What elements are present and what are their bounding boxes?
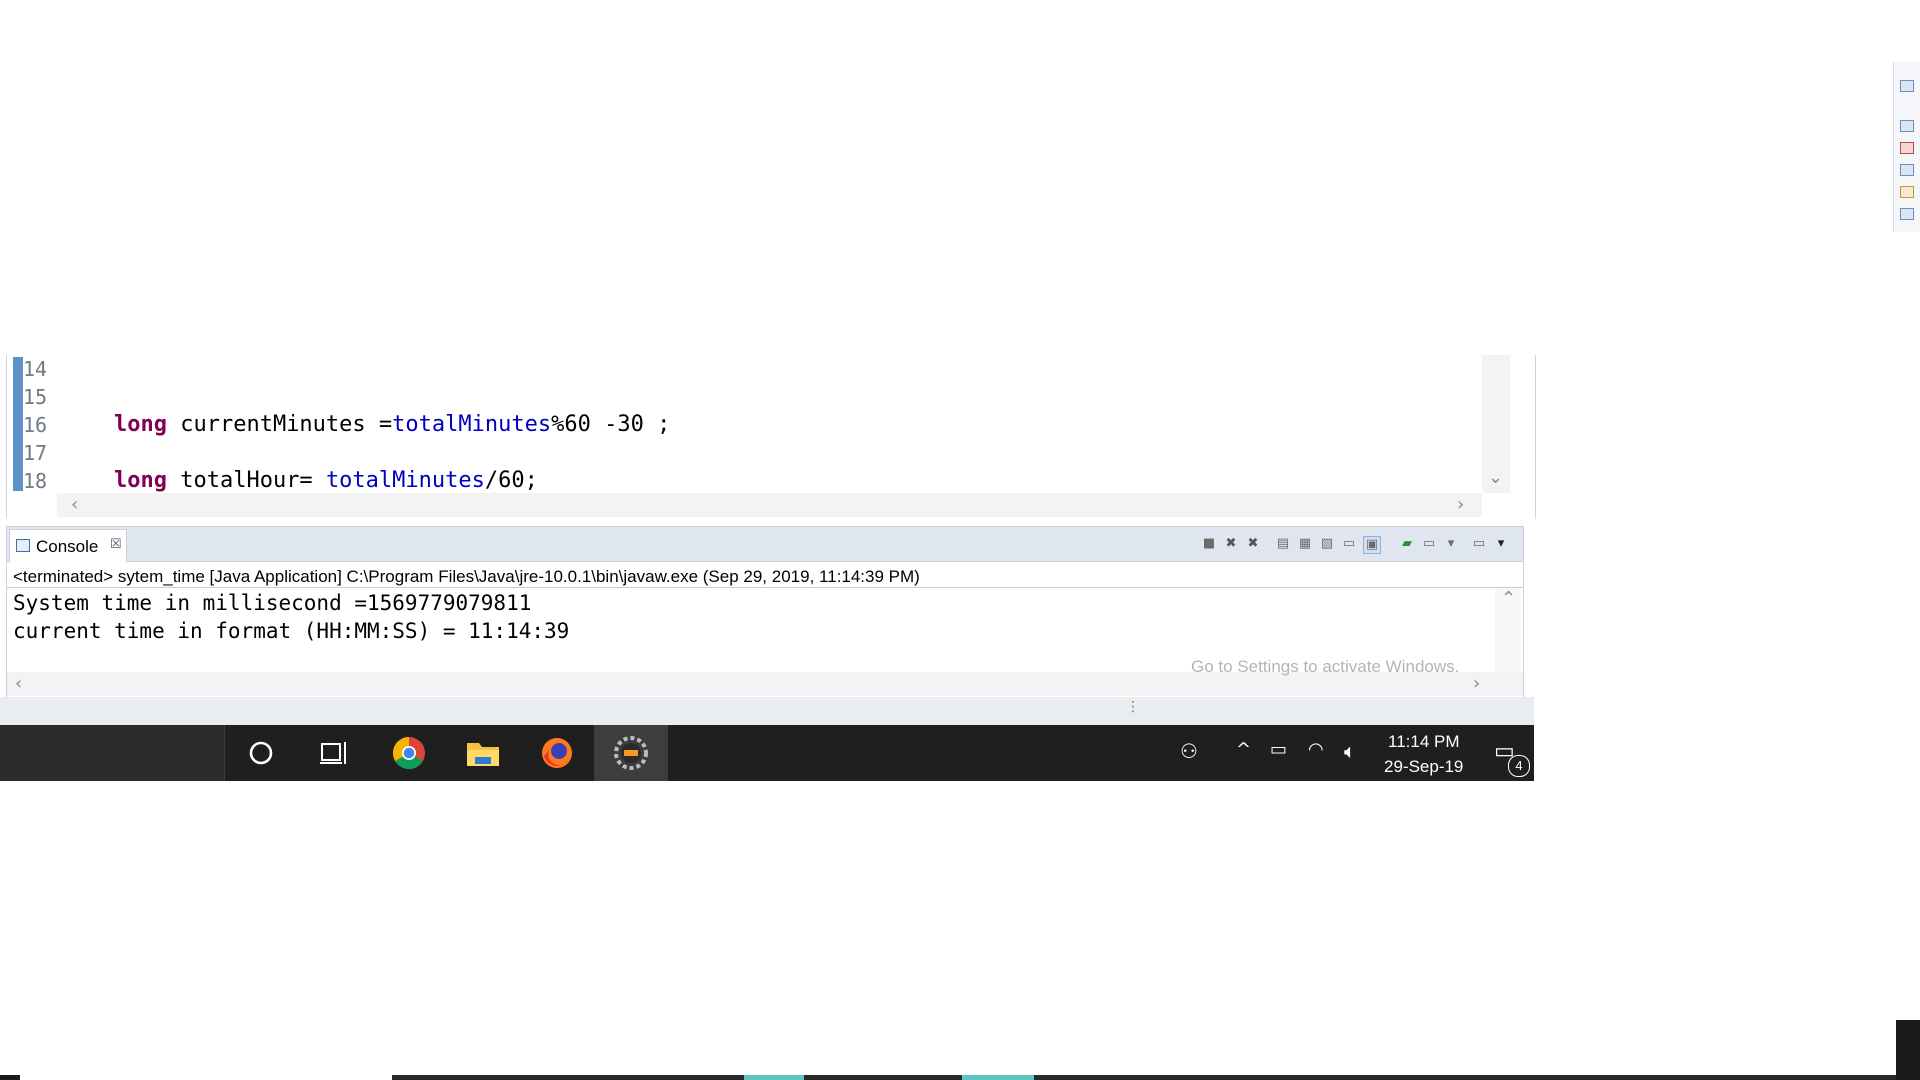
view-icon[interactable] (1900, 208, 1914, 220)
taskbar-eclipse[interactable] (594, 725, 668, 781)
process-status: <terminated> sytem_time [Java Applicatio… (13, 567, 920, 586)
code-text: currentMinutes = (166, 412, 393, 437)
console-icon (16, 539, 30, 552)
line-number: 18 (23, 469, 48, 493)
notification-count-badge: 4 (1508, 755, 1530, 777)
taskbar-firefox[interactable] (520, 725, 594, 781)
keyword: long (114, 412, 167, 437)
chevron-down-icon[interactable]: ▾ (1443, 536, 1459, 552)
chevron-right-icon[interactable]: › (1473, 673, 1480, 694)
taskbar-file-explorer[interactable] (446, 725, 520, 781)
show-on-error-icon[interactable]: ▣ (1363, 536, 1381, 554)
remove-all-icon[interactable]: ✖ (1245, 536, 1261, 552)
ide-status-bar: ⋮ (0, 697, 1534, 725)
tab-label: Console (36, 537, 99, 556)
word-wrap-icon[interactable]: ▧ (1319, 536, 1335, 552)
battery-icon[interactable]: ▭ (1270, 739, 1287, 760)
remove-launch-icon[interactable]: ✖ (1223, 536, 1239, 552)
line-number: 16 (23, 413, 48, 437)
firefox-icon (520, 725, 594, 781)
view-menu-icon[interactable]: ▾ (1493, 536, 1509, 552)
close-icon[interactable]: ☒ (110, 536, 122, 552)
chevron-left-icon[interactable]: ‹ (15, 673, 22, 694)
console-output-line: current time in format (HH:MM:SS) = 11:1… (13, 619, 570, 643)
edge-dark-block (1896, 1020, 1920, 1080)
taskbar-task-view[interactable] (298, 725, 372, 781)
tab-console[interactable]: Console ☒ (9, 529, 127, 562)
bottom-left-block (0, 1075, 20, 1080)
code-text: totalHour= (166, 468, 326, 493)
cortana-icon (224, 725, 298, 781)
line-number: 17 (23, 441, 48, 465)
keyword: long (114, 468, 167, 493)
file-explorer-icon (446, 725, 520, 781)
volume-icon[interactable]: 🔈︎ (1344, 739, 1356, 763)
chevron-left-icon[interactable]: ‹ (71, 494, 78, 515)
open-console-icon[interactable]: ▭ (1471, 536, 1487, 552)
chrome-icon (372, 725, 446, 781)
scroll-lock-icon[interactable]: ▦ (1297, 536, 1313, 552)
clock-time[interactable]: 11:14 PM (1388, 732, 1460, 752)
line-number: 14 (23, 357, 48, 381)
chevron-right-icon[interactable]: › (1457, 494, 1464, 515)
line-number: 15 (23, 385, 48, 409)
terminate-icon[interactable]: ■ (1201, 536, 1217, 552)
people-icon[interactable]: ⚇ (1180, 739, 1198, 763)
view-icon[interactable] (1900, 164, 1914, 176)
chevron-down-icon[interactable]: ⌄ (1488, 467, 1503, 488)
eclipse-icon (594, 725, 668, 781)
field-reference: totalMinutes (392, 412, 552, 437)
code-editor[interactable]: 14 15 16 17 18 long currentMinutes =tota… (6, 355, 1536, 519)
show-on-output-icon[interactable]: ▭ (1341, 536, 1357, 552)
view-icon[interactable] (1900, 120, 1914, 132)
taskbar-cortana[interactable] (224, 725, 298, 781)
editor-vertical-scrollbar[interactable]: ⌄ (1482, 355, 1510, 493)
taskbar-search-area[interactable] (0, 725, 225, 781)
view-icon[interactable] (1900, 80, 1914, 92)
code-text: /60; (484, 468, 538, 493)
taskbar-chrome[interactable] (372, 725, 446, 781)
activation-watermark: Go to Settings to activate Windows. (1191, 657, 1460, 676)
windows-taskbar: ⚇ ^ ▭ ◠ 🔈︎ 11:14 PM 29-Sep-19 ▭ 4 (0, 725, 1534, 781)
display-console-icon[interactable]: ▭ (1421, 536, 1437, 552)
pin-console-icon[interactable]: ▰ (1399, 536, 1415, 552)
chevron-up-icon[interactable]: ⌃ (1501, 588, 1516, 609)
task-view-icon (298, 725, 372, 781)
code-line-18[interactable]: long totalHour= totalMinutes/60; (114, 467, 538, 495)
chevron-up-icon[interactable]: ^ (1236, 739, 1251, 760)
divider (7, 587, 1523, 588)
console-vertical-scrollbar[interactable]: ⌃ (1495, 588, 1521, 672)
strip-accent (744, 1075, 804, 1080)
strip-accent (962, 1075, 1034, 1080)
resize-handle-icon[interactable]: ⋮ (1126, 699, 1140, 715)
editor-left-marker (13, 357, 23, 491)
code-text: %60 -30 ; (551, 412, 671, 437)
code-line-16[interactable]: long currentMinutes =totalMinutes%60 -30… (114, 411, 670, 439)
console-tab-bar: Console ☒ ■ ✖ ✖ ▤ ▦ ▧ ▭ ▣ ▰ ▭ ▾ ▭ ▾ (7, 527, 1523, 562)
right-edge-toolbar (1893, 62, 1920, 232)
wifi-icon[interactable]: ◠ (1308, 739, 1324, 760)
view-icon[interactable] (1900, 186, 1914, 198)
console-output-line: System time in millisecond =156977907981… (13, 591, 532, 615)
clear-console-icon[interactable]: ▤ (1275, 536, 1291, 552)
editor-horizontal-scrollbar[interactable]: ‹ › (57, 493, 1482, 517)
clock-date[interactable]: 29-Sep-19 (1384, 757, 1463, 777)
field-reference: totalMinutes (325, 468, 485, 493)
bottom-edge-strip (392, 1075, 1896, 1080)
view-icon[interactable] (1900, 142, 1914, 154)
